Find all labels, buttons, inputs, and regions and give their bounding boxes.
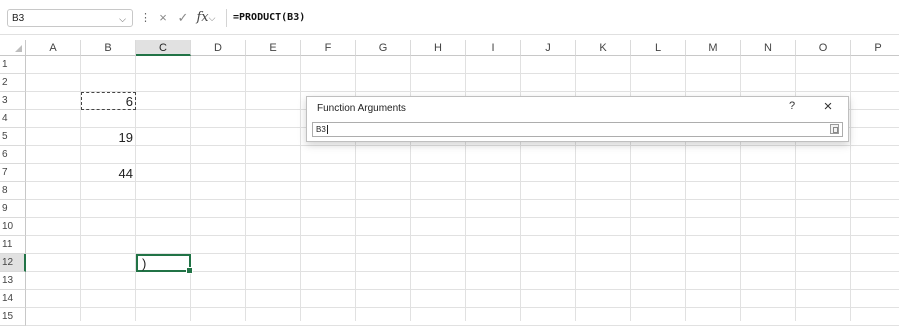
- cell-b7[interactable]: 44: [81, 164, 136, 182]
- column-header-j[interactable]: J: [521, 40, 576, 56]
- select-all-corner[interactable]: [0, 40, 26, 56]
- column-header-d[interactable]: D: [191, 40, 246, 56]
- gridline: [26, 73, 899, 74]
- row-header-1[interactable]: 1: [0, 56, 26, 74]
- row-header-8[interactable]: 8: [0, 182, 26, 200]
- name-box-value: B3: [12, 13, 25, 24]
- column-header-i[interactable]: I: [466, 40, 521, 56]
- cell-b5[interactable]: 19: [81, 128, 136, 146]
- function-arguments-dialog: Function Arguments ? × B3: [306, 96, 849, 142]
- row-header-10[interactable]: 10: [0, 218, 26, 236]
- fill-handle[interactable]: [186, 267, 193, 274]
- column-header-l[interactable]: L: [631, 40, 686, 56]
- column-header-f[interactable]: F: [301, 40, 356, 56]
- column-header-o[interactable]: O: [796, 40, 851, 56]
- row-header-15[interactable]: 15: [0, 308, 26, 326]
- text-caret: [326, 125, 328, 135]
- gridline: [26, 163, 899, 164]
- column-header-k[interactable]: K: [576, 40, 631, 56]
- help-button[interactable]: ?: [783, 100, 801, 112]
- column-header-e[interactable]: E: [246, 40, 301, 56]
- divider: [0, 34, 899, 35]
- copy-selection-border: [81, 92, 136, 110]
- row-header-14[interactable]: 14: [0, 290, 26, 308]
- row-header-5[interactable]: 5: [0, 128, 26, 146]
- row-header-4[interactable]: 4: [0, 110, 26, 128]
- gridline: [26, 307, 899, 308]
- chevron-down-icon: ⌵: [208, 13, 216, 23]
- gridline: [26, 145, 899, 146]
- cell-value: ): [142, 256, 147, 271]
- row-header-12[interactable]: 12: [0, 254, 26, 272]
- enter-icon[interactable]: ✓: [174, 9, 192, 27]
- divider: [226, 9, 227, 27]
- column-header-m[interactable]: M: [686, 40, 741, 56]
- row-header-13[interactable]: 13: [0, 272, 26, 290]
- gridline: [26, 235, 899, 236]
- row-header-3[interactable]: 3: [0, 92, 26, 110]
- close-button[interactable]: ×: [819, 98, 837, 115]
- gridline: [26, 289, 899, 290]
- row-header-6[interactable]: 6: [0, 146, 26, 164]
- active-cell-c12[interactable]: ): [136, 254, 193, 274]
- argument-input-value: B3: [316, 125, 326, 134]
- gridline: [850, 56, 851, 321]
- argument-input[interactable]: B3: [312, 122, 843, 137]
- dialog-title: Function Arguments: [317, 103, 406, 114]
- more-options-icon[interactable]: ⋮: [140, 9, 151, 27]
- column-header-h[interactable]: H: [411, 40, 466, 56]
- gridline: [26, 217, 899, 218]
- row-header-2[interactable]: 2: [0, 74, 26, 92]
- row-header-9[interactable]: 9: [0, 200, 26, 218]
- column-header-b[interactable]: B: [81, 40, 136, 56]
- column-header-a[interactable]: A: [26, 40, 81, 56]
- column-header-n[interactable]: N: [741, 40, 796, 56]
- gridline: [26, 91, 899, 92]
- column-header-c[interactable]: C: [136, 40, 191, 56]
- row-header-7[interactable]: 7: [0, 164, 26, 182]
- formula-bar: B3 ⌵ ⋮ × ✓ fx⌵ =PRODUCT(B3): [0, 0, 899, 35]
- row-header-11[interactable]: 11: [0, 236, 26, 254]
- chevron-down-icon[interactable]: ⌵: [119, 10, 126, 28]
- column-header-p[interactable]: P: [851, 40, 899, 56]
- gridline: [26, 199, 899, 200]
- cancel-icon[interactable]: ×: [154, 9, 172, 27]
- gridline: [190, 56, 191, 321]
- fx-icon: fx: [196, 10, 209, 25]
- gridline: [300, 56, 301, 321]
- expand-dialog-icon[interactable]: [830, 124, 839, 134]
- column-header-g[interactable]: G: [356, 40, 411, 56]
- insert-function-button[interactable]: fx⌵: [193, 9, 219, 27]
- formula-input[interactable]: =PRODUCT(B3): [233, 9, 305, 27]
- spreadsheet-grid[interactable]: A B C D E F G H I J K L M N O P 1 2 3 4 5 6 7 8 9 10 11 12 13 14 15 6 19…: [0, 40, 899, 326]
- gridline: [245, 56, 246, 321]
- name-box[interactable]: B3 ⌵: [7, 9, 133, 27]
- gridline: [26, 181, 899, 182]
